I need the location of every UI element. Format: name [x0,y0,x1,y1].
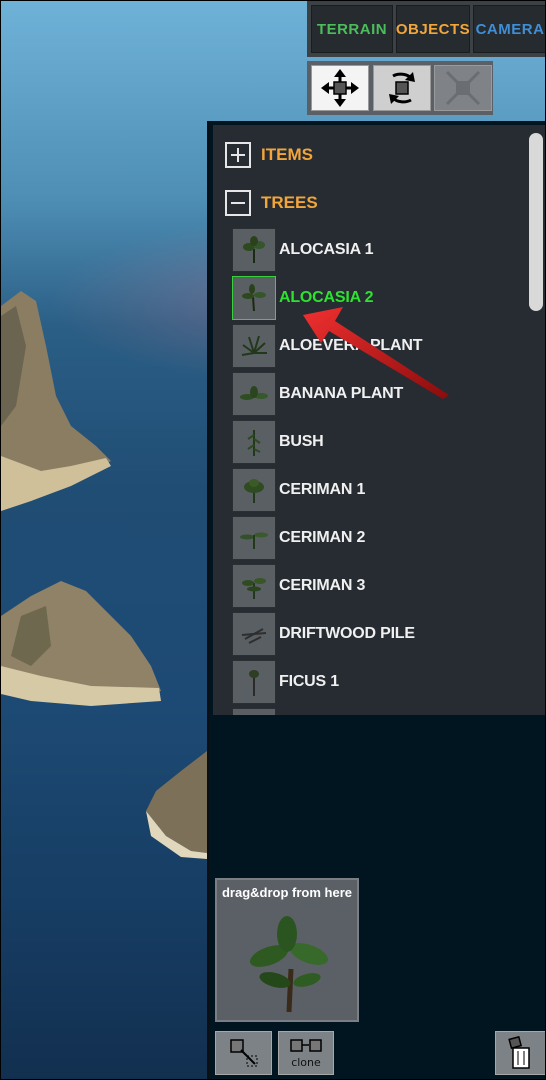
clone-icon [290,1039,322,1052]
item-name: BUSH [279,433,324,450]
tab-objects[interactable]: OBJECTS [396,5,470,53]
plant-thumbnail [232,324,276,368]
clone-button[interactable]: clone [278,1031,334,1075]
list-item-ceriman-3[interactable]: CERIMAN 3 [232,563,532,609]
transform-toolbar [307,61,493,115]
group-trees[interactable]: TREES [225,190,318,216]
delete-button[interactable] [495,1031,545,1075]
list-item-partial[interactable] [232,707,532,715]
item-name: DRIFTWOOD PILE [279,625,415,642]
rotate-tool-button[interactable] [373,65,431,111]
collapse-minus-icon[interactable] [225,190,251,216]
rotate-icon [389,72,415,104]
plant-thumbnail [232,564,276,608]
plant-thumbnail [232,612,276,656]
mode-tabs: TERRAIN OBJECTS CAMERA [307,1,545,57]
item-name: CERIMAN 1 [279,481,366,498]
plant-thumbnail [232,708,276,715]
game-window: TERRAIN OBJECTS CAMERA ITEMS TREES ALOCA… [0,0,546,1080]
island-rock-1 [1,286,121,516]
plant-thumbnail [232,468,276,512]
list-item-ficus-1[interactable]: FICUS 1 [232,659,532,705]
list-item-ceriman-2[interactable]: CERIMAN 2 [232,515,532,561]
item-name: ALOCASIA 1 [279,241,374,258]
move-arrows-icon [321,69,359,107]
duplicate-button[interactable] [215,1031,272,1075]
plant-preview-image [247,914,331,1018]
plant-icon [240,386,268,400]
expand-plus-icon[interactable] [225,142,251,168]
group-label: TREES [261,193,318,212]
plant-thumbnail [232,372,276,416]
plant-thumbnail [232,420,276,464]
list-item-driftwood-pile[interactable]: DRIFTWOOD PILE [232,611,532,657]
duplicate-icon [229,1039,257,1067]
drag-drop-preview[interactable]: drag&drop from here [215,878,359,1022]
item-name: ALOCASIA 2 [279,289,374,306]
tab-terrain[interactable]: TERRAIN [311,5,393,53]
item-name: FICUS 1 [279,673,339,690]
objects-panel: ITEMS TREES ALOCASIA 1 ALOCASIA 2 ALOEVE… [207,121,545,1079]
scale-tool-button[interactable] [434,65,492,111]
plant-icon [242,578,266,599]
island-rock-2 [1,576,171,716]
plant-thumbnail [232,228,276,272]
annotation-arrow-icon [303,307,449,399]
trash-icon [508,1036,530,1069]
group-items[interactable]: ITEMS [225,142,313,168]
item-name: CERIMAN 2 [279,529,366,546]
island-rock-3 [141,741,207,861]
item-name: CERIMAN 3 [279,577,366,594]
list-item-alocasia-1[interactable]: ALOCASIA 1 [232,227,532,273]
plant-icon [240,532,268,549]
plant-icon [249,670,259,696]
group-label: ITEMS [261,145,313,164]
plant-icon [244,479,264,503]
list-item-bush[interactable]: BUSH [232,419,532,465]
plant-thumbnail [232,660,276,704]
plant-thumbnail [232,276,276,320]
move-tool-button[interactable] [311,65,369,111]
clone-label: clone [291,1056,321,1069]
plant-icon [241,335,267,356]
tab-camera[interactable]: CAMERA [473,5,545,53]
scale-icon [445,70,481,106]
plant-icon [243,236,265,263]
preview-caption: drag&drop from here [221,885,352,900]
plant-icon [242,284,266,312]
object-list[interactable]: ITEMS TREES ALOCASIA 1 ALOCASIA 2 ALOEVE… [213,125,545,715]
driftwood-icon [241,628,267,644]
plant-icon [247,430,261,456]
plant-thumbnail [232,516,276,560]
list-item-ceriman-1[interactable]: CERIMAN 1 [232,467,532,513]
